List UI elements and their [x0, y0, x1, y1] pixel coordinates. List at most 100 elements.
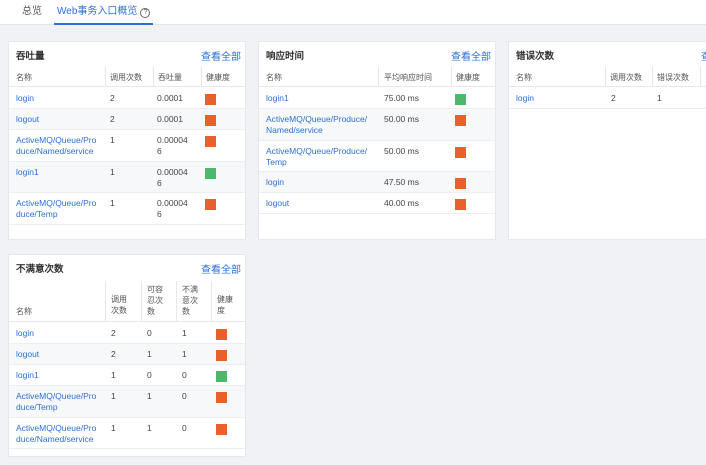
- col-name: 名称: [516, 73, 532, 82]
- health-indicator: [455, 199, 466, 210]
- table-row: ActiveMQ/Queue/Pro duce/Temp 1 0.00004 6: [9, 193, 245, 225]
- error-count-panel: 错误次数 查 名称 调用次数 错误次数 login 2 1: [508, 41, 706, 240]
- throughput-panel-header: 吞吐量 查看全部: [9, 42, 245, 63]
- transaction-name-link[interactable]: ActiveMQ/Queue/Produce/ Named/service: [266, 114, 367, 136]
- table-row: ActiveMQ/Queue/Produce/ Named/service 50.…: [259, 109, 495, 141]
- col-tolerable: 可容 忍次 数: [147, 285, 163, 316]
- transaction-name-link[interactable]: ActiveMQ/Queue/Produce/ Temp: [266, 146, 367, 168]
- call-count: 1: [111, 391, 116, 401]
- tolerable-count: 0: [147, 370, 152, 380]
- transaction-name-link[interactable]: login1: [16, 167, 39, 178]
- table-row: login 47.50 ms: [259, 172, 495, 193]
- health-indicator: [205, 199, 216, 210]
- col-name: 名称: [266, 73, 282, 82]
- transaction-name-link[interactable]: ActiveMQ/Queue/Pro duce/Named/service: [16, 423, 96, 445]
- throughput-value: 0.00004 6: [157, 198, 188, 219]
- table-row: login1 75.00 ms: [259, 88, 495, 109]
- col-calls: 调用次数: [610, 73, 642, 82]
- unsatisfied-count: 0: [182, 423, 187, 433]
- call-count: 1: [111, 370, 116, 380]
- tolerable-count: 1: [147, 349, 152, 359]
- unsatisfied-view-all-link[interactable]: 查看全部: [201, 261, 241, 276]
- avg-response-time: 50.00 ms: [384, 114, 419, 124]
- throughput-value: 0.0001: [157, 93, 183, 103]
- throughput-panel: 吞吐量 查看全部 名称 调用次数 吞吐量 健康度 login 2 0.0001 log…: [8, 41, 246, 240]
- tolerable-count: 1: [147, 423, 152, 433]
- avg-response-time: 40.00 ms: [384, 198, 419, 208]
- top-tab-bar: 总览 Web事务入口概览?: [0, 0, 706, 25]
- table-row: login1 1 0 0: [9, 365, 245, 386]
- col-avg-response: 平均响应时间: [384, 73, 432, 82]
- table-row: login 2 1: [509, 88, 706, 109]
- table-row: login 2 0 1: [9, 323, 245, 344]
- table-row: logout 2 0.0001: [9, 109, 245, 130]
- health-indicator: [205, 136, 216, 147]
- throughput-value: 0.00004 6: [157, 135, 188, 156]
- response-time-view-all-link[interactable]: 查看全部: [451, 48, 491, 63]
- error-count-title: 错误次数: [516, 51, 555, 62]
- table-row: ActiveMQ/Queue/Pro duce/Named/service 1 0.…: [9, 130, 245, 162]
- transaction-name-link[interactable]: login: [16, 93, 34, 104]
- call-count: 2: [110, 93, 115, 103]
- col-throughput: 吞吐量: [158, 73, 182, 82]
- transaction-name-link[interactable]: logout: [266, 198, 289, 209]
- tab-web-transaction-label: Web事务入口概览: [57, 6, 138, 17]
- call-count: 2: [111, 349, 116, 359]
- avg-response-time: 50.00 ms: [384, 146, 419, 156]
- table-row: ActiveMQ/Queue/Pro duce/Temp 1 1 0: [9, 386, 245, 418]
- table-row: login1 1 0.00004 6: [9, 162, 245, 193]
- transaction-name-link[interactable]: login: [266, 177, 284, 188]
- tolerable-count: 1: [147, 391, 152, 401]
- col-calls: 调用 次数: [111, 295, 127, 315]
- unsatisfied-count: 0: [182, 391, 187, 401]
- health-indicator: [455, 115, 466, 126]
- response-time-title: 响应时间: [266, 51, 305, 62]
- table-row: login 2 0.0001: [9, 88, 245, 109]
- error-count-view-all-link[interactable]: 查: [701, 48, 706, 63]
- health-indicator: [455, 178, 466, 189]
- col-unsatisfied: 不满 意次 数: [182, 285, 198, 316]
- col-health: 健康度: [456, 73, 480, 82]
- health-indicator: [216, 350, 227, 361]
- unsatisfied-panel: 不满意次数 查看全部 名称 调用 次数 可容 忍次 数 不满 意次 数 健康 度…: [8, 254, 246, 457]
- health-indicator: [216, 371, 227, 382]
- health-indicator: [455, 147, 466, 158]
- transaction-name-link[interactable]: ActiveMQ/Queue/Pro duce/Temp: [16, 391, 96, 413]
- avg-response-time: 47.50 ms: [384, 177, 419, 187]
- throughput-table-header: 名称 调用次数 吞吐量 健康度: [9, 67, 245, 87]
- call-count: 1: [110, 198, 115, 208]
- call-count: 1: [110, 135, 115, 145]
- tab-web-transaction-overview[interactable]: Web事务入口概览?: [54, 0, 154, 25]
- transaction-name-link[interactable]: logout: [16, 349, 39, 360]
- tab-overview[interactable]: 总览: [22, 0, 42, 25]
- transaction-name-link[interactable]: ActiveMQ/Queue/Pro duce/Temp: [16, 198, 96, 220]
- unsatisfied-table-header: 名称 调用 次数 可容 忍次 数 不满 意次 数 健康 度: [9, 281, 245, 322]
- help-icon[interactable]: ?: [140, 8, 151, 18]
- transaction-name-link[interactable]: logout: [16, 114, 39, 125]
- transaction-name-link[interactable]: login: [16, 328, 34, 339]
- call-count: 2: [111, 328, 116, 338]
- health-indicator: [205, 115, 216, 126]
- transaction-name-link[interactable]: login1: [266, 93, 289, 104]
- call-count: 2: [110, 114, 115, 124]
- call-count: 1: [110, 167, 115, 177]
- col-calls: 调用次数: [110, 73, 142, 82]
- table-row: ActiveMQ/Queue/Produce/ Temp 50.00 ms: [259, 141, 495, 172]
- throughput-view-all-link[interactable]: 查看全部: [201, 48, 241, 63]
- error-count-panel-header: 错误次数 查: [509, 42, 706, 63]
- table-row: logout 2 1 1: [9, 344, 245, 365]
- transaction-name-link[interactable]: ActiveMQ/Queue/Pro duce/Named/service: [16, 135, 96, 157]
- health-indicator: [216, 424, 227, 435]
- call-count: 1: [111, 423, 116, 433]
- unsatisfied-count: 1: [182, 349, 187, 359]
- health-indicator: [455, 94, 466, 105]
- throughput-title: 吞吐量: [16, 51, 45, 62]
- col-name: 名称: [16, 307, 32, 316]
- error-count-table-header: 名称 调用次数 错误次数: [509, 67, 706, 87]
- health-indicator: [205, 168, 216, 179]
- transaction-name-link[interactable]: login1: [16, 370, 39, 381]
- response-time-panel: 响应时间 查看全部 名称 平均响应时间 健康度 login1 75.00 ms Ac…: [258, 41, 496, 240]
- transaction-name-link[interactable]: login: [516, 93, 534, 104]
- col-name: 名称: [16, 73, 32, 82]
- call-count: 2: [611, 93, 616, 103]
